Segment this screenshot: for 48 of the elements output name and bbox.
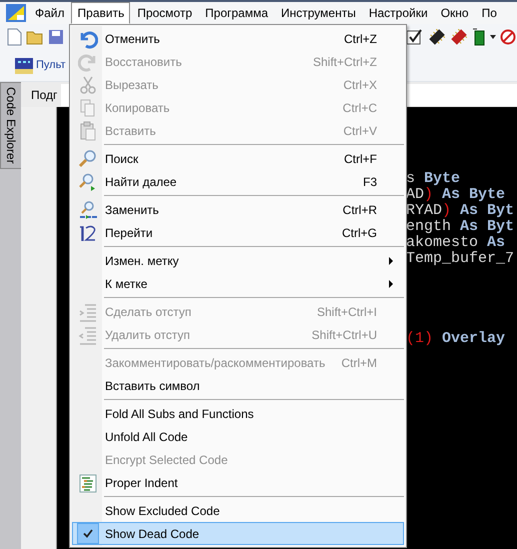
code-line: Temp_bufer_7 (406, 250, 514, 267)
menu-item[interactable]: Программа (198, 2, 274, 24)
save-icon[interactable] (48, 29, 64, 45)
menu-item[interactable]: Править (70, 2, 130, 24)
menu-item[interactable]: К метке (72, 272, 404, 295)
panel-button[interactable]: Пульт (36, 57, 66, 74)
menu-item[interactable]: Измен. метку (72, 249, 404, 272)
outdent-icon (78, 324, 98, 344)
indent-lines-icon (78, 472, 98, 492)
menu-item[interactable]: Окно (434, 2, 475, 24)
clipboard-icon (78, 120, 98, 140)
menu-item[interactable]: Proper Indent (72, 471, 404, 494)
copy-icon (78, 98, 98, 118)
code-line: RYAD) As Byt (406, 202, 514, 219)
code-line: ength As Byt (406, 218, 514, 235)
new-file-icon[interactable] (6, 28, 22, 46)
menu-item[interactable]: Просмотр (130, 2, 198, 24)
caret-icon[interactable] (490, 35, 496, 39)
menu-item[interactable]: Заменить Ctrl+R (72, 198, 404, 221)
chip-icon[interactable] (472, 28, 486, 46)
menu-item[interactable]: Fold All Subs and Functions (72, 402, 404, 425)
indent-icon (78, 302, 98, 322)
menu-item[interactable]: Инструменты (274, 2, 362, 24)
menu-item[interactable]: По (474, 2, 503, 24)
scissors-icon (78, 74, 98, 94)
replace-icon (78, 200, 98, 220)
menu-item[interactable]: Файл (28, 2, 71, 24)
bas-file-icon (14, 56, 34, 74)
checkbox-icon[interactable] (406, 28, 424, 46)
search-icon (78, 148, 98, 168)
open-folder-icon[interactable] (26, 29, 44, 45)
menu-item[interactable]: Вставить символ (72, 374, 404, 397)
code-line: (1) Overlay (406, 330, 506, 347)
app-logo-icon[interactable] (6, 4, 26, 22)
code-line: akomesto As (406, 234, 506, 251)
menu-item[interactable]: Найти далее F3 (72, 170, 404, 193)
menu-item[interactable]: Перейти Ctrl+G (72, 221, 404, 244)
menu-item[interactable]: Show Excluded Code (72, 499, 404, 522)
redo-icon (78, 52, 98, 72)
code-line: AD) As Byte (406, 186, 506, 203)
code-line: s Byte (406, 170, 460, 187)
menu-item[interactable]: Поиск Ctrl+F (72, 147, 404, 170)
find-next-icon (78, 172, 98, 192)
side-tab[interactable]: Code Explorer (0, 82, 22, 169)
menu-item[interactable]: Show Dead Code (72, 522, 404, 545)
no-entry-icon[interactable] (500, 29, 516, 45)
menu-item[interactable]: Unfold All Code (72, 425, 404, 448)
menu-item[interactable]: Настройки (362, 2, 434, 24)
